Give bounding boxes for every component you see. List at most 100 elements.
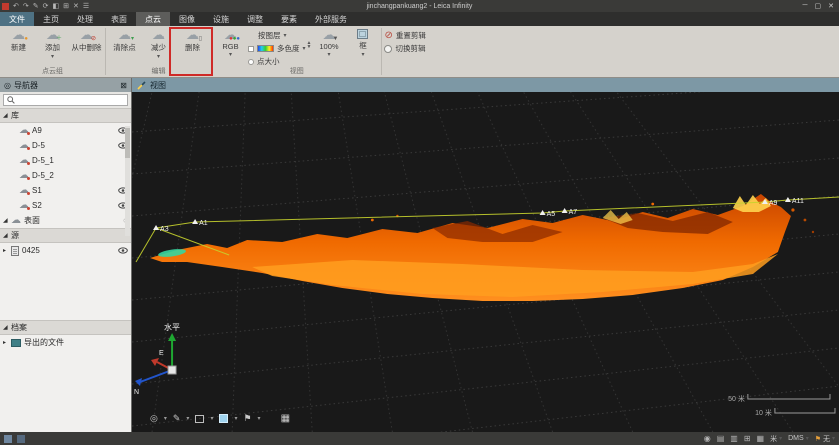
chevron-down-icon: ▾ (51, 54, 54, 60)
svg-text:N: N (134, 389, 139, 396)
triangle-expanded-icon: ◢ (3, 112, 11, 119)
tab-imagery[interactable]: 图像 (170, 12, 204, 26)
chevron-down-icon: ▾ (327, 52, 330, 58)
snapshot-icon[interactable]: ◧ (53, 3, 60, 10)
status-doc-icon[interactable]: ▤ (717, 434, 725, 443)
navigator-scrollbar[interactable] (125, 126, 130, 236)
new-pointcloud-button[interactable]: ☁● 新建 (2, 27, 35, 53)
tree-item-pointcloud[interactable]: ☁ S2 (0, 198, 131, 213)
point-cloud[interactable] (150, 194, 814, 301)
chevron-down-icon[interactable]: ▾ (258, 416, 261, 422)
tree-item-pointcloud[interactable]: ☁ D-5_2 (0, 168, 131, 183)
pointcloud-icon: ☁ (19, 171, 29, 180)
chevron-down-icon[interactable]: ▾ (164, 416, 167, 422)
tree-section-surfaces[interactable]: ◢ ☁ 表面 ◌ (0, 213, 131, 228)
tree-item-source-file[interactable]: ▸ 0425 (0, 243, 131, 258)
zoom-level-button[interactable]: ☁▼ 100% ▾ (312, 27, 345, 58)
tab-processing[interactable]: 处理 (68, 12, 102, 26)
viewport-header: 视图 (132, 78, 839, 92)
status-grid-icon[interactable]: ▦ (757, 434, 765, 443)
clear-points-button[interactable]: ☁▾ 清除点 (108, 27, 141, 53)
frame-button[interactable]: 框 ▾ (346, 27, 379, 58)
tab-features[interactable]: 要素 (272, 12, 306, 26)
group-label-pointcloud: 点云组 (2, 67, 103, 77)
ribbon-group-clip: ⊘ 重置剪辑 切换剪辑 (382, 26, 427, 77)
tab-pointcloud[interactable]: 点云 (136, 12, 170, 26)
angle-unit-dropdown[interactable]: DMS▾ (788, 435, 809, 442)
chevron-down-icon[interactable]: ▾ (234, 416, 237, 422)
tree-section-source[interactable]: ◢ 源 (0, 228, 131, 243)
view-cube-icon[interactable] (219, 414, 228, 423)
scale-major-label: 50 米 (728, 394, 745, 403)
panel-dock-icon[interactable]: ⊠ (120, 81, 127, 90)
status-target-icon[interactable]: ◉ (704, 434, 711, 443)
tree-item-pointcloud[interactable]: ☁ D-5_1 (0, 153, 131, 168)
point-size-radio[interactable] (248, 59, 254, 65)
search-input[interactable] (18, 95, 124, 105)
rgb-button[interactable]: ☁●●● RGB ▾ (214, 27, 247, 58)
close-doc-icon[interactable]: ✕ (73, 3, 79, 10)
refresh-icon[interactable]: ⟳ (43, 3, 49, 10)
toggle-clip-button[interactable]: 切换剪辑 (384, 43, 425, 54)
tab-home[interactable]: 主页 (34, 12, 68, 26)
status-window-icon[interactable]: ⊞ (744, 434, 751, 443)
length-unit-dropdown[interactable]: 米▾ (770, 434, 782, 444)
reset-clip-button[interactable]: ⊘ 重置剪辑 (384, 30, 425, 41)
measure-tool-icon[interactable]: ✎ (173, 413, 181, 424)
chevron-down-icon[interactable]: ▾ (210, 416, 213, 422)
window-title: jinchangpankuang2 - Leica Infinity (0, 3, 839, 10)
ribbon: ☁● 新建 ☁＋ 添加 ▾ ☁⊘ 从中删除 点云组 ☁▾ 清除点 ☁ 减少 (0, 26, 839, 78)
viewport-title: 视图 (150, 80, 166, 91)
window-icon[interactable]: ⊞ (63, 3, 69, 10)
grid-toggle-icon[interactable]: ▦ (281, 413, 290, 424)
maximize-button[interactable]: ▢ (815, 2, 822, 10)
tree-item-pointcloud[interactable]: ☁ S1 (0, 183, 131, 198)
orbit-tool-icon[interactable]: ◎ (150, 413, 158, 424)
search-icon (7, 96, 15, 104)
crs-flag-icon: ⚑ (815, 435, 821, 443)
svg-text:E: E (159, 350, 164, 357)
tree-item-pointcloud[interactable]: ☁ D-5 (0, 138, 131, 153)
chevron-down-icon[interactable]: ▾ (186, 416, 189, 422)
tab-file[interactable]: 文件 (0, 12, 34, 26)
add-pointcloud-button[interactable]: ☁＋ 添加 ▾ (36, 27, 69, 60)
title-bar: ↶ ↷ ✎ ⟳ ◧ ⊞ ✕ ☰ jinchangpankuang2 - Leic… (0, 0, 839, 12)
undo-icon[interactable]: ↶ (13, 3, 19, 10)
ribbon-tab-bar: 文件 主页 处理 表面 点云 图像 设施 调整 要素 外部服务 (0, 12, 839, 26)
status-save-icon[interactable]: ▥ (730, 434, 738, 443)
tree-item-exported-files[interactable]: ▸ 导出的文件 (0, 335, 131, 350)
tree-section-library[interactable]: ◢ 库 (0, 108, 131, 123)
filter-flag-icon[interactable]: ⚑ (243, 413, 251, 424)
tab-infrastructure[interactable]: 设施 (204, 12, 238, 26)
multichrome-checkbox[interactable] (248, 46, 254, 52)
selection-box-icon[interactable] (195, 415, 204, 423)
tab-external-services[interactable]: 外部服务 (306, 12, 356, 26)
svg-text:A3: A3 (160, 226, 169, 233)
remove-from-button[interactable]: ☁⊘ 从中删除 (70, 27, 103, 53)
cloud-reduce-icon: ☁ (152, 29, 165, 41)
3d-canvas[interactable]: A3 A1 A5 A7 A9 A11 水平 E (132, 92, 839, 432)
chevron-down-icon: ▾ (361, 52, 364, 58)
navigator-title: 导航器 (14, 80, 38, 91)
tree-item-pointcloud[interactable]: ☁ A9 (0, 123, 131, 138)
ribbon-group-view: ☁●●● RGB ▾ 按图层 ▾ 多色度 ▾ 点大小 (212, 26, 381, 77)
tree-section-archive[interactable]: ◢ 档案 (0, 320, 131, 335)
multichrome-label: 多色度 (277, 43, 300, 54)
svg-text:A7: A7 (569, 209, 578, 216)
close-button[interactable]: ✕ (828, 2, 834, 10)
group-label-view: 视图 (214, 67, 379, 77)
minimize-button[interactable]: ─ (803, 2, 808, 10)
status-panel-icon[interactable] (4, 435, 12, 443)
tab-surface[interactable]: 表面 (102, 12, 136, 26)
redo-icon[interactable]: ↷ (23, 3, 29, 10)
by-layer-dropdown[interactable]: 按图层 (258, 30, 281, 41)
point-size-stepper[interactable]: ▲▼ (307, 27, 312, 49)
crs-dropdown[interactable]: ⚑ 无▾ (815, 434, 835, 444)
visibility-eye-icon[interactable] (118, 247, 128, 254)
list-icon[interactable]: ☰ (83, 3, 89, 10)
status-layout-icon[interactable] (17, 435, 25, 443)
tool-icon[interactable]: ✎ (33, 3, 39, 10)
app-icon (2, 3, 9, 10)
tab-adjustments[interactable]: 调整 (238, 12, 272, 26)
delete-highlight-box (169, 27, 213, 76)
